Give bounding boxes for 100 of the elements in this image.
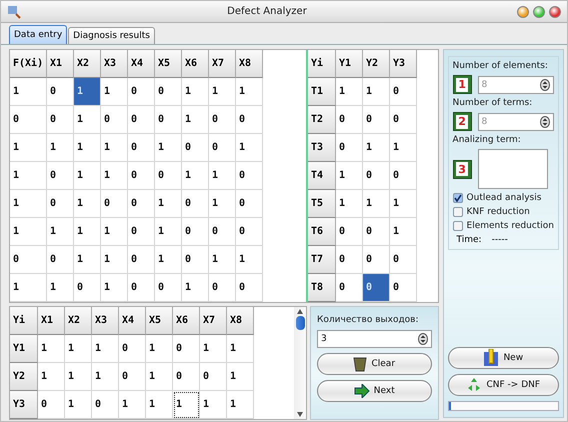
- table-cell[interactable]: 0: [209, 218, 236, 246]
- table-cell[interactable]: 0: [182, 218, 209, 246]
- table-cell[interactable]: 0: [236, 274, 263, 302]
- table-cell[interactable]: 0: [336, 106, 363, 134]
- table-cell[interactable]: 1: [363, 134, 390, 162]
- table-cell[interactable]: 0: [47, 162, 74, 190]
- table-cell[interactable]: 0: [155, 78, 182, 106]
- close-button[interactable]: [549, 6, 561, 18]
- table-cell[interactable]: 1: [10, 274, 47, 302]
- table-cell[interactable]: 0: [128, 274, 155, 302]
- clear-button[interactable]: Clear: [317, 353, 432, 375]
- table-cell[interactable]: 0: [182, 190, 209, 218]
- table-cell[interactable]: 0: [101, 106, 128, 134]
- table-cell[interactable]: 0: [182, 246, 209, 274]
- table-cell[interactable]: 1: [236, 134, 263, 162]
- table-cell[interactable]: 0: [128, 134, 155, 162]
- table-cell[interactable]: 0: [390, 274, 417, 302]
- table-cell[interactable]: 1: [146, 363, 173, 391]
- column-header[interactable]: X1: [38, 307, 65, 335]
- table-cell[interactable]: 1: [182, 274, 209, 302]
- table-cell[interactable]: 0: [101, 190, 128, 218]
- table-cell[interactable]: 1: [74, 246, 101, 274]
- table-cell[interactable]: 1: [336, 190, 363, 218]
- scroll-down-icon[interactable]: [297, 412, 303, 417]
- checkbox[interactable]: [452, 193, 463, 203]
- table-cell[interactable]: 1: [200, 391, 227, 419]
- table-cell[interactable]: 0: [128, 78, 155, 106]
- column-header[interactable]: X8: [236, 50, 263, 78]
- row-header[interactable]: T6: [308, 218, 336, 246]
- row-header[interactable]: Y3: [10, 391, 38, 419]
- table-cell[interactable]: 0: [236, 190, 263, 218]
- table-cell[interactable]: 1: [390, 218, 417, 246]
- table-cell[interactable]: 1: [236, 246, 263, 274]
- table-cell[interactable]: 1: [209, 78, 236, 106]
- table-cell[interactable]: 0: [200, 363, 227, 391]
- table-cell[interactable]: 1: [209, 246, 236, 274]
- option-checkbox[interactable]: Outlead analysis: [452, 193, 554, 203]
- row-header[interactable]: Y2: [10, 363, 38, 391]
- table-cell[interactable]: 0: [336, 246, 363, 274]
- table-cell[interactable]: 0: [390, 106, 417, 134]
- table-cell[interactable]: 0: [119, 335, 146, 363]
- table-cell[interactable]: 1: [101, 218, 128, 246]
- column-header[interactable]: X8: [227, 307, 254, 335]
- table-cell[interactable]: 1: [10, 218, 47, 246]
- tab[interactable]: Diagnosis results: [68, 27, 155, 44]
- table-cell[interactable]: 0: [236, 218, 263, 246]
- scrollbar[interactable]: [294, 307, 306, 419]
- table-cell[interactable]: 0: [209, 274, 236, 302]
- table-cell[interactable]: 0: [363, 218, 390, 246]
- table-cell[interactable]: 1: [146, 391, 173, 419]
- column-header[interactable]: Y2: [363, 50, 390, 78]
- next-button[interactable]: Next: [317, 380, 432, 402]
- table-cell[interactable]: 0: [390, 246, 417, 274]
- table-cell[interactable]: 0: [155, 106, 182, 134]
- table-cell[interactable]: 1: [227, 363, 254, 391]
- table-cell[interactable]: 0: [209, 134, 236, 162]
- row-header[interactable]: T7: [308, 246, 336, 274]
- column-header[interactable]: X2: [74, 50, 101, 78]
- column-header[interactable]: X4: [119, 307, 146, 335]
- scroll-up-icon[interactable]: [297, 309, 303, 314]
- table-cell[interactable]: 0: [173, 363, 200, 391]
- table-cell[interactable]: 0: [128, 218, 155, 246]
- table-cell[interactable]: 0: [390, 162, 417, 190]
- table-cell[interactable]: 0: [74, 274, 101, 302]
- column-header[interactable]: X2: [65, 307, 92, 335]
- table-cell[interactable]: 0: [363, 162, 390, 190]
- table-cell[interactable]: 1: [92, 363, 119, 391]
- table-cell[interactable]: 1: [182, 162, 209, 190]
- column-header[interactable]: X5: [155, 50, 182, 78]
- column-header[interactable]: X5: [146, 307, 173, 335]
- table-cell[interactable]: 1: [65, 363, 92, 391]
- option-checkbox[interactable]: KNF reduction: [452, 207, 554, 217]
- table-cell[interactable]: 1: [227, 391, 254, 419]
- table-cell[interactable]: 0: [128, 246, 155, 274]
- table-cell[interactable]: 0: [182, 134, 209, 162]
- table-cell[interactable]: 0: [47, 246, 74, 274]
- column-header[interactable]: F(Xi): [10, 50, 47, 78]
- table-cell[interactable]: 1: [390, 134, 417, 162]
- table-cell[interactable]: 1: [146, 335, 173, 363]
- table-cell[interactable]: 0: [38, 391, 65, 419]
- table-cell[interactable]: 0: [47, 190, 74, 218]
- row-header[interactable]: Y1: [10, 335, 38, 363]
- row-header[interactable]: T5: [308, 190, 336, 218]
- table-cell[interactable]: 1: [119, 391, 146, 419]
- table-cell[interactable]: 1: [182, 106, 209, 134]
- table-cell[interactable]: 1: [74, 218, 101, 246]
- row-header[interactable]: T3: [308, 134, 336, 162]
- table-cell[interactable]: 1: [209, 190, 236, 218]
- table-cell[interactable]: 1: [10, 78, 47, 106]
- column-header[interactable]: X6: [173, 307, 200, 335]
- table-cell[interactable]: 1: [10, 134, 47, 162]
- table-cell[interactable]: 0: [10, 246, 47, 274]
- table-cell[interactable]: 1: [10, 190, 47, 218]
- table-cell[interactable]: 0: [155, 274, 182, 302]
- column-header[interactable]: X3: [92, 307, 119, 335]
- column-header[interactable]: Yi: [308, 50, 336, 78]
- table-cell[interactable]: 0: [173, 335, 200, 363]
- table-cell[interactable]: 0: [390, 78, 417, 106]
- table-cell[interactable]: 1: [10, 162, 47, 190]
- table-cell[interactable]: 1: [155, 218, 182, 246]
